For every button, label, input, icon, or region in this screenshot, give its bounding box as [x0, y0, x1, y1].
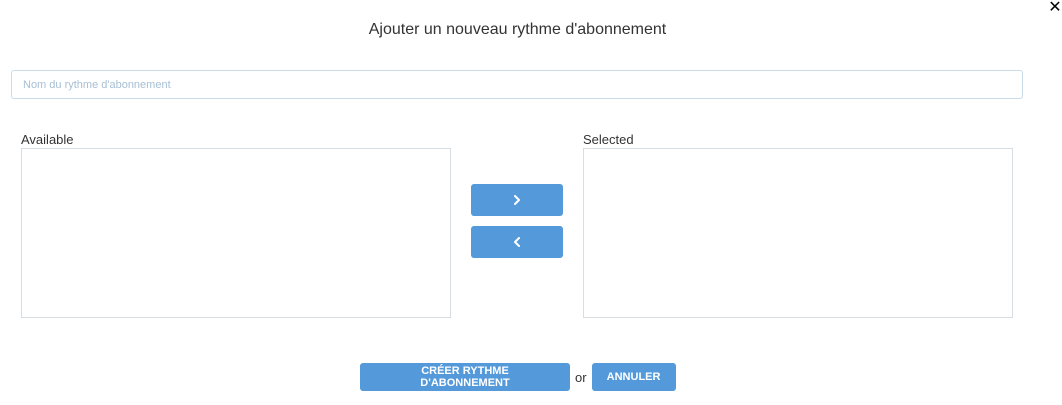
dialog-footer: CRÉER RYTHME D'ABONNEMENT or ANNULER: [360, 363, 676, 391]
available-label: Available: [21, 132, 74, 147]
create-rhythm-button[interactable]: CRÉER RYTHME D'ABONNEMENT: [360, 363, 570, 391]
selected-list[interactable]: [583, 148, 1013, 318]
chevron-right-icon: [513, 195, 521, 205]
available-list[interactable]: [21, 148, 451, 318]
move-left-button[interactable]: [471, 226, 563, 258]
move-right-button[interactable]: [471, 184, 563, 216]
chevron-left-icon: [513, 237, 521, 247]
rhythm-name-input[interactable]: [11, 70, 1023, 99]
cancel-button[interactable]: ANNULER: [591, 363, 676, 391]
dialog-title: Ajouter un nouveau rythme d'abonnement: [368, 21, 667, 38]
selected-label: Selected: [583, 132, 634, 147]
subscription-rhythm-dialog: ✕ Ajouter un nouveau rythme d'abonnement…: [0, 0, 1062, 405]
or-separator: or: [575, 369, 587, 385]
close-icon[interactable]: ✕: [1048, 0, 1062, 16]
